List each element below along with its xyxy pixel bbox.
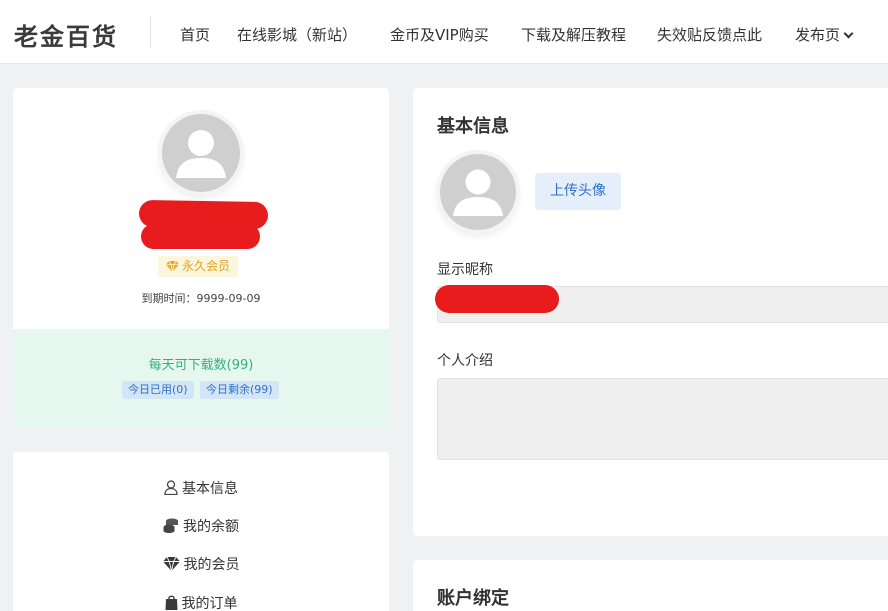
top-navbar: 老金百货 首页 在线影城（新站） 金币及VIP购买 下载及解压教程 失效贴反馈点… xyxy=(0,0,888,64)
redacted-username-2 xyxy=(141,224,260,249)
menu-label: 我的订单 xyxy=(181,596,238,611)
basic-info-title: 基本信息 xyxy=(437,116,509,137)
upload-avatar-button[interactable]: 上传头像 xyxy=(535,173,621,210)
diamond-icon xyxy=(166,260,179,273)
bio-label: 个人介绍 xyxy=(437,353,493,369)
redacted-nickname xyxy=(435,285,559,313)
user-icon xyxy=(164,480,178,496)
logo-divider xyxy=(150,16,151,48)
nav-home[interactable]: 首页 xyxy=(180,24,210,45)
used-today-badge: 今日已用(0) xyxy=(122,381,194,399)
coins-icon xyxy=(163,518,178,533)
diamond-icon xyxy=(162,556,180,572)
nav-feedback[interactable]: 失效贴反馈点此 xyxy=(657,24,762,45)
remaining-today-badge: 今日剩余(99) xyxy=(200,381,279,399)
default-avatar-icon xyxy=(453,169,503,216)
nav-download-tutorial[interactable]: 下载及解压教程 xyxy=(521,24,626,45)
nav-online-cinema[interactable]: 在线影城（新站） xyxy=(237,24,357,45)
daily-download-quota: 每天可下载数(99) xyxy=(148,358,254,373)
vip-badge: 永久会员 xyxy=(158,256,239,277)
default-avatar-icon xyxy=(176,130,226,178)
menu-my-balance[interactable]: 我的余额 xyxy=(13,516,389,536)
chevron-down-icon xyxy=(843,28,854,39)
menu-label: 我的会员 xyxy=(183,557,240,573)
bio-textarea[interactable] xyxy=(437,378,888,460)
profile-avatar[interactable] xyxy=(162,114,240,192)
nav-publish-label: 发布页 xyxy=(795,26,841,44)
account-binding-title: 账户绑定 xyxy=(437,588,509,609)
download-quota-panel: 每天可下载数(99) 今日已用(0) 今日剩余(99) xyxy=(13,329,389,428)
menu-my-orders[interactable]: 我的订单 xyxy=(13,593,389,611)
shopping-bag-icon xyxy=(165,595,177,610)
expire-date: 到期时间：9999-09-09 xyxy=(141,292,261,305)
user-menu-card: 基本信息 我的余额 我的会员 我的订单 xyxy=(13,452,389,611)
vip-badge-label: 永久会员 xyxy=(182,259,231,273)
avatar-preview xyxy=(440,154,516,230)
nav-vip-purchase[interactable]: 金币及VIP购买 xyxy=(390,24,489,45)
site-logo[interactable]: 老金百货 xyxy=(14,17,118,52)
nickname-label: 显示昵称 xyxy=(437,262,493,278)
menu-my-membership[interactable]: 我的会员 xyxy=(13,554,389,574)
nav-publish-page[interactable]: 发布页 xyxy=(795,24,854,45)
menu-label: 基本信息 xyxy=(182,481,238,497)
menu-basic-info[interactable]: 基本信息 xyxy=(13,478,389,498)
menu-label: 我的余额 xyxy=(183,519,239,535)
